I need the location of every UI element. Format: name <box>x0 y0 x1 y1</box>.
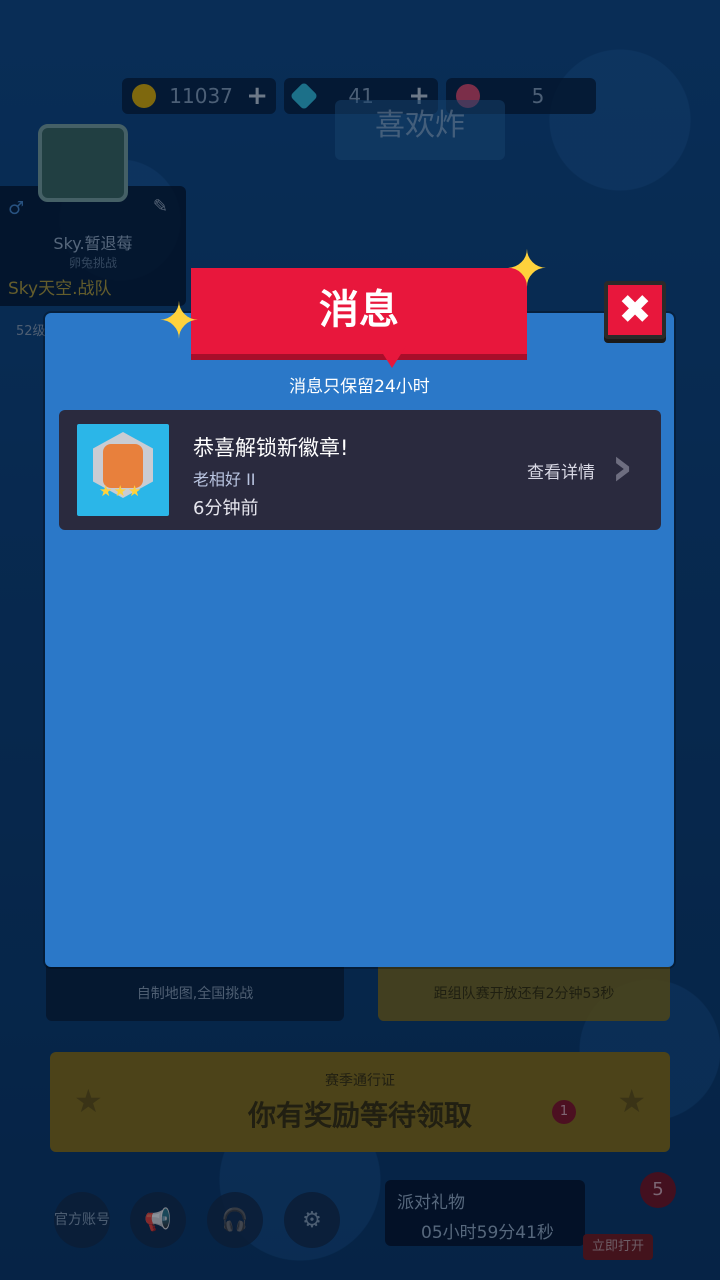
dialog-subtitle: 消息只保留24小时 <box>289 377 430 397</box>
star-icon: ★★★ <box>99 482 143 500</box>
view-details-link[interactable]: 查看详情 <box>527 458 595 483</box>
message-time: 6分钟前 <box>193 498 259 519</box>
close-button[interactable]: ✖ <box>604 281 666 339</box>
dialog-title: 消息 <box>319 287 399 333</box>
chevron-right-icon[interactable]: › <box>611 440 633 494</box>
message-item[interactable]: ★★★ 恭喜解锁新徽章! 老相好 II 6分钟前 查看详情 › <box>59 410 661 530</box>
message-title: 恭喜解锁新徽章! <box>193 436 349 460</box>
close-icon: ✖ <box>618 287 652 333</box>
sparkle-icon: ✦ <box>506 240 548 298</box>
message-sender: 老相好 II <box>193 470 256 489</box>
sparkle-icon: ✦ <box>158 292 200 350</box>
badge-thumbnail: ★★★ <box>77 424 169 516</box>
ribbon-tail <box>378 346 406 368</box>
